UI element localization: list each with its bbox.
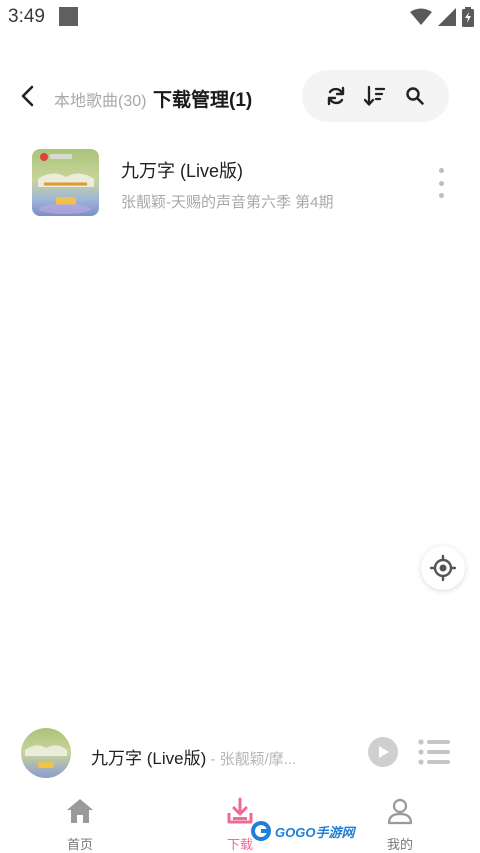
tab-download-manager[interactable]: 下载管理(1) xyxy=(153,85,252,112)
battery-icon xyxy=(462,7,474,27)
more-dot-icon xyxy=(438,168,444,173)
toolbar xyxy=(302,70,449,122)
watermark-logo-icon xyxy=(251,821,271,841)
chevron-left-icon xyxy=(21,85,34,107)
nav-item-mine[interactable]: 我的 xyxy=(360,790,440,853)
mini-player[interactable]: 九万字 (Live版) - 张靓颖/摩... xyxy=(0,726,480,782)
home-icon xyxy=(67,799,93,823)
status-bar: 3:49 xyxy=(0,0,480,34)
song-title: 九万字 (Live版) xyxy=(121,161,244,181)
more-options-button[interactable] xyxy=(428,168,454,198)
search-button[interactable] xyxy=(402,83,428,109)
refresh-button[interactable] xyxy=(323,83,349,109)
play-icon xyxy=(379,746,389,758)
nav-item-home[interactable]: 首页 xyxy=(40,790,120,853)
wifi-icon xyxy=(410,8,432,25)
more-dot-icon xyxy=(438,193,444,198)
locate-current-button[interactable] xyxy=(421,546,465,590)
mini-player-info: 九万字 (Live版) - 张靓颖/摩... xyxy=(91,744,351,769)
status-icons xyxy=(410,7,474,27)
refresh-icon xyxy=(327,86,345,106)
mini-player-artist: - 张靓颖/摩... xyxy=(206,751,297,768)
play-button[interactable] xyxy=(368,737,398,767)
bottom-nav: 首页 下载 我的 xyxy=(0,790,480,853)
locate-icon xyxy=(429,554,457,582)
playlist-queue-icon[interactable] xyxy=(418,738,450,766)
header: 本地歌曲(30) 下载管理(1) xyxy=(0,68,480,124)
profile-icon xyxy=(387,798,413,825)
more-dot-icon xyxy=(438,180,444,186)
watermark-text: GOGO手游网 xyxy=(275,824,355,840)
signal-icon xyxy=(438,8,456,26)
search-icon xyxy=(406,87,424,105)
nav-label-home: 首页 xyxy=(66,837,93,852)
song-list-item[interactable]: 九万字 (Live版) 张靓颖-天赐的声音第六季 第4期 xyxy=(0,146,480,222)
notification-icon xyxy=(59,7,78,26)
mini-player-title: 九万字 (Live版) xyxy=(91,749,207,768)
song-subtitle: 张靓颖-天赐的声音第六季 第4期 xyxy=(121,194,334,211)
album-cover xyxy=(32,149,99,216)
status-time: 3:49 xyxy=(8,6,45,27)
back-button[interactable] xyxy=(14,82,42,110)
tab-local-songs[interactable]: 本地歌曲(30) xyxy=(54,87,146,111)
sort-button[interactable] xyxy=(362,83,388,109)
watermark: GOGO手游网 xyxy=(250,820,354,842)
sort-icon xyxy=(364,85,386,106)
mini-player-cover xyxy=(21,728,71,778)
nav-label-mine: 我的 xyxy=(386,837,413,852)
